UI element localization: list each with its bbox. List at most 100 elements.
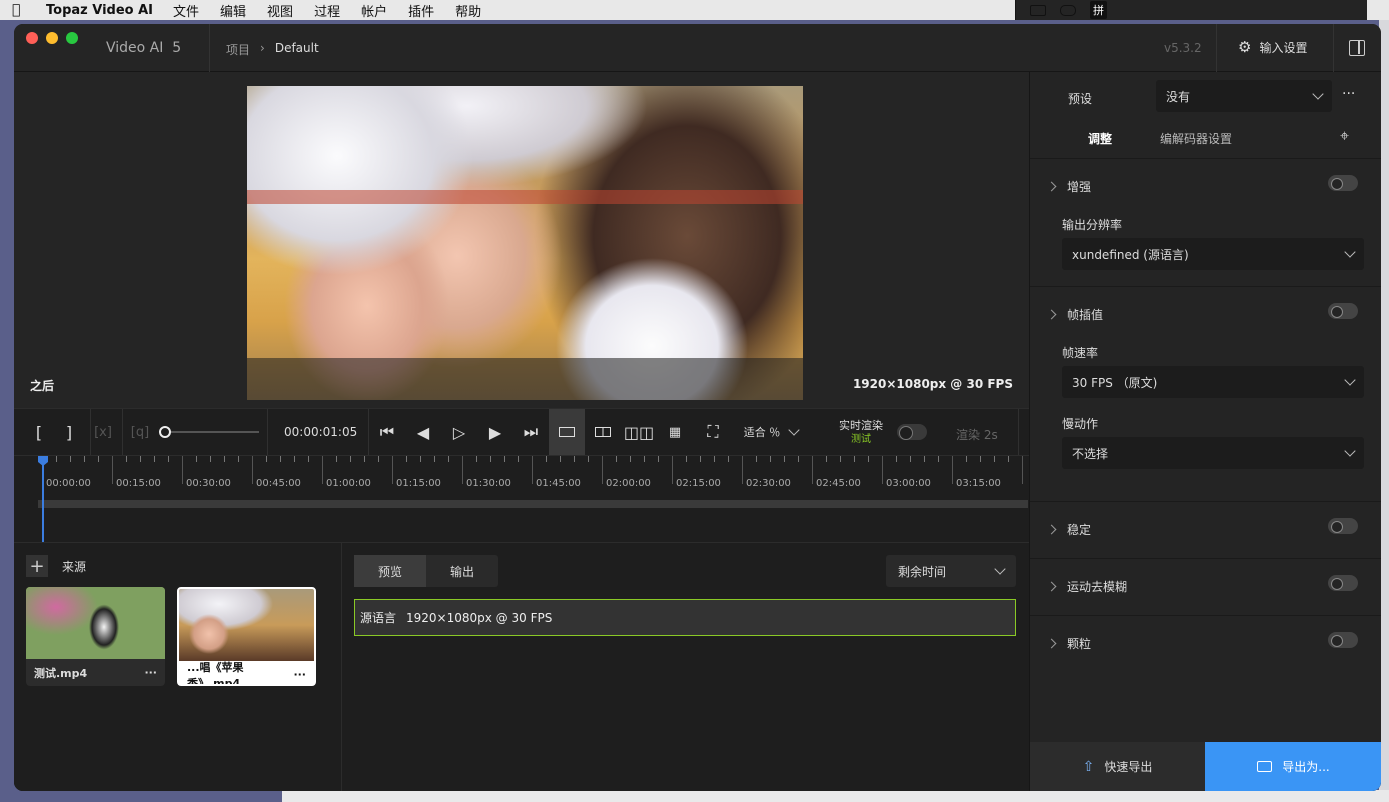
ruler-tick [476, 456, 477, 462]
ruler-tick [182, 456, 183, 484]
fullscreen-icon[interactable]: ⛶ [698, 409, 728, 455]
toggle-panel-icon[interactable] [1349, 40, 1365, 56]
mark-in-icon[interactable]: [ [24, 409, 54, 455]
share-icon: ⇧ [1082, 758, 1095, 775]
frame-background-band [247, 190, 803, 204]
fit-zoom-select[interactable]: 适合 ％ [736, 409, 806, 455]
ruler-tick [700, 456, 701, 462]
ruler-tick [938, 456, 939, 462]
mark-out-icon[interactable]: ] [54, 409, 84, 455]
ruler-label: 01:30:00 [466, 478, 511, 489]
menu-process[interactable]: 过程 [314, 1, 340, 20]
section-frame-interpolation[interactable]: 帧插值 [1046, 306, 1104, 323]
more-options-icon[interactable]: ··· [144, 666, 157, 679]
skip-to-start-icon[interactable]: ⏮ [372, 409, 402, 455]
stabilize-toggle[interactable] [1328, 518, 1358, 534]
quick-export-button[interactable]: ⇧ 快速导出 [1030, 742, 1205, 791]
zoom-window-button[interactable] [66, 32, 78, 44]
source-thumbnail-selected[interactable]: ...唱《苹果香》.mp4 ··· [177, 587, 316, 686]
remaining-time-select[interactable]: 剩余时间 [886, 555, 1016, 587]
menu-account[interactable]: 帐户 [361, 1, 387, 20]
slow-motion-select[interactable]: 不选择 [1062, 437, 1364, 469]
menu-help[interactable]: 帮助 [455, 1, 481, 20]
title-divider [1216, 24, 1217, 72]
timeline[interactable]: 00:00:00 00:15:00 00:30:00 00:45:00 01:00:00… [14, 456, 1029, 542]
tab-output[interactable]: 输出 [426, 555, 498, 587]
more-options-icon[interactable]: ··· [293, 668, 306, 681]
menu-edit[interactable]: 编辑 [220, 1, 246, 20]
ruler-tick [896, 456, 897, 462]
menu-plugins[interactable]: 插件 [408, 1, 434, 20]
ruler-tick [392, 456, 393, 484]
ruler-tick [658, 456, 659, 462]
input-settings-button[interactable]: ⚙ 输入设置 [1238, 38, 1307, 56]
zoom-slider-track[interactable] [164, 431, 259, 433]
tab-adjust[interactable]: 调整 [1088, 130, 1112, 147]
ruler-tick [126, 456, 127, 462]
zoom-search-icon[interactable]: [q] [128, 409, 152, 455]
menu-bar:  Topaz Video AI 文件 编辑 视图 过程 帐户 插件 帮助 拼 [0, 0, 1389, 20]
export-as-button[interactable]: 导出为... [1205, 742, 1381, 791]
video-frame[interactable] [247, 86, 803, 400]
section-enhance[interactable]: 增强 [1046, 178, 1091, 195]
source-row[interactable]: 源语言 1920×1080px @ 30 FPS [354, 599, 1016, 636]
apple-icon[interactable]:  [12, 2, 32, 18]
ruler-tick [588, 456, 589, 462]
frame-interp-label: 帧插值 [1067, 308, 1104, 322]
ruler-tick [770, 456, 771, 462]
ruler-tick [546, 456, 547, 462]
motion-deblur-toggle[interactable] [1328, 575, 1358, 591]
ruler-tick [406, 456, 407, 462]
next-frame-icon[interactable]: ▶ [480, 409, 510, 455]
compare-icon[interactable]: ▦ [660, 409, 690, 455]
timeline-ruler[interactable]: 00:00:00 00:15:00 00:30:00 00:45:00 01:00:00… [38, 456, 1028, 489]
source-thumbnail[interactable]: 测试.mp4 ··· [26, 587, 165, 686]
preview-viewer[interactable]: 之后 1920×1080px @ 30 FPS [14, 72, 1029, 408]
section-stabilize[interactable]: 稳定 [1046, 521, 1091, 538]
side-by-side-icon[interactable]: ◫◫ [624, 409, 654, 455]
screen-share-icon[interactable] [1030, 4, 1046, 16]
frame-interp-toggle[interactable] [1328, 303, 1358, 319]
menu-file[interactable]: 文件 [173, 1, 199, 20]
menu-app-name[interactable]: Topaz Video AI [46, 3, 153, 18]
add-source-button[interactable]: + [26, 555, 48, 577]
previous-frame-icon[interactable]: ◀ [408, 409, 438, 455]
tab-codec-settings[interactable]: 编解码器设置 [1160, 130, 1232, 147]
control-center-icon[interactable] [1060, 4, 1076, 16]
timecode[interactable]: 00:00:01:05 [284, 425, 357, 439]
play-icon[interactable]: ▷ [444, 409, 474, 455]
ruler-tick [252, 456, 253, 484]
tab-preview[interactable]: 预览 [354, 555, 427, 587]
single-view-icon[interactable] [549, 409, 585, 455]
more-options-icon[interactable]: ··· [1342, 86, 1355, 102]
input-method-badge[interactable]: 拼 [1090, 1, 1107, 19]
grain-toggle[interactable] [1328, 632, 1358, 648]
timeline-track[interactable] [38, 500, 1028, 508]
sources-header: + 来源 [26, 555, 86, 577]
zoom-slider-handle[interactable] [159, 426, 171, 438]
breadcrumb-current: Default [274, 41, 319, 55]
section-motion-deblur[interactable]: 运动去模糊 [1046, 578, 1127, 595]
frame-rate-select[interactable]: 30 FPS （原文) [1062, 366, 1364, 398]
enhance-toggle[interactable] [1328, 175, 1358, 191]
ruler-label: 03:15:00 [956, 478, 1001, 489]
output-resolution-value: xundefined (源语言) [1072, 247, 1189, 262]
skip-to-end-icon[interactable]: ⏭ [516, 409, 546, 455]
split-view-icon[interactable] [588, 409, 618, 455]
render-button[interactable]: 渲染 2s [956, 426, 998, 443]
ruler-tick [910, 456, 911, 462]
realtime-toggle[interactable] [897, 424, 927, 440]
preset-select[interactable]: 没有 [1156, 80, 1332, 112]
playhead[interactable] [42, 456, 44, 542]
crop-icon[interactable]: ⌖ [1340, 126, 1349, 146]
ruler-tick [224, 456, 225, 462]
minimize-window-button[interactable] [46, 32, 58, 44]
menu-view[interactable]: 视图 [267, 1, 293, 20]
ruler-tick [98, 456, 99, 462]
breadcrumb-project[interactable]: 项目 [226, 41, 250, 58]
ruler-label: 01:15:00 [396, 478, 441, 489]
section-grain[interactable]: 颗粒 [1046, 635, 1091, 652]
output-resolution-select[interactable]: xundefined (源语言) [1062, 238, 1364, 270]
close-window-button[interactable] [26, 32, 38, 44]
clear-marks-icon[interactable]: [x] [92, 409, 114, 455]
